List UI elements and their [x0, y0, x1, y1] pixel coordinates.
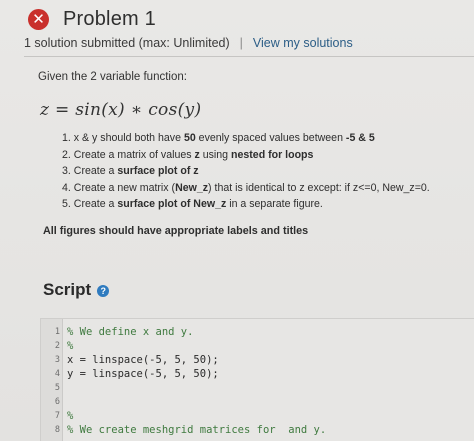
task-item: 3. Create a surface plot of z: [62, 163, 430, 180]
problem-header: ✕ Problem 1 1 solution submitted (max: U…: [24, 6, 464, 52]
task-text: Create a new matrix (: [73, 181, 176, 194]
task-number: 3.: [62, 165, 71, 177]
submission-info: 1 solution submitted (max: Unlimited): [24, 36, 230, 50]
code-line[interactable]: 1 % We define x and y.: [41, 325, 474, 339]
task-text: evenly spaced values between: [195, 132, 346, 144]
code-text[interactable]: % We create meshgrid matrices for and y.: [67, 423, 326, 437]
code-text[interactable]: %: [67, 339, 73, 353]
code-line[interactable]: 5: [41, 381, 474, 395]
task-text: in a separate figure.: [226, 198, 323, 210]
code-text[interactable]: y = linspace(-5, 5, 50);: [67, 367, 219, 381]
task-number: 1.: [62, 132, 71, 144]
code-text[interactable]: %: [67, 409, 73, 423]
task-item: 5. Create a surface plot of New_z in a s…: [62, 196, 430, 213]
task-bold: -5 & 5: [345, 132, 375, 144]
task-item: 1. x & y should both have 50 evenly spac…: [62, 130, 430, 147]
task-number: 5.: [62, 198, 71, 210]
task-text: x & y should both have: [73, 132, 184, 144]
line-number: 7: [54, 411, 60, 421]
line-number: 3: [54, 355, 60, 365]
task-list: 1. x & y should both have 50 evenly spac…: [62, 130, 430, 213]
code-line[interactable]: 7%: [41, 409, 474, 423]
help-question-icon[interactable]: ?: [97, 285, 110, 297]
task-text: Create a: [73, 198, 118, 210]
task-bold: New_z: [175, 181, 209, 194]
submission-row: 1 solution submitted (max: Unlimited) | …: [24, 34, 464, 52]
separator: |: [239, 36, 243, 50]
header-divider: [24, 56, 474, 57]
task-bold: surface plot of New_z: [117, 198, 227, 210]
line-number: 6: [54, 397, 60, 407]
given-label: Given the 2 variable function:: [38, 71, 187, 83]
task-text: Create a matrix of values: [73, 148, 195, 161]
figures-note: All figures should have appropriate labe…: [43, 225, 309, 237]
task-bold: surface plot of z: [117, 165, 199, 177]
code-line[interactable]: 3 x = linspace(-5, 5, 50);: [41, 353, 474, 367]
line-number: 4: [54, 369, 60, 379]
code-editor[interactable]: 1% We define x and y. 2% 3 x = linspace(-5,…: [40, 318, 474, 441]
task-item: 2. Create a matrix of values z using nes…: [62, 147, 430, 164]
task-text: Create a: [73, 165, 118, 177]
task-item: 4. Create a new matrix (New_z) that is i…: [62, 180, 430, 197]
problem-title: Problem 1: [63, 7, 156, 30]
task-text: using: [199, 148, 232, 161]
view-solutions-link[interactable]: View my solutions: [253, 36, 353, 50]
code-line[interactable]: 8 % We create meshgrid matrices for and y…: [41, 423, 474, 437]
line-number: 1: [54, 327, 60, 337]
error-x-icon: ✕: [28, 8, 49, 30]
task-bold: nested for loops: [231, 148, 314, 161]
code-text[interactable]: % We define x and y.: [67, 325, 193, 339]
line-number: 5: [54, 383, 60, 393]
task-number: 4.: [62, 181, 71, 194]
line-number: 8: [54, 425, 60, 435]
title-row: ✕ Problem 1: [24, 6, 464, 32]
code-text[interactable]: x = linspace(-5, 5, 50);: [67, 353, 219, 367]
formula: z = sin(x) ∗ cos(y): [40, 100, 202, 120]
code-line[interactable]: 2%: [41, 339, 474, 353]
script-title: Script: [43, 280, 92, 299]
task-bold: 50: [183, 132, 196, 144]
problem-page: ✕ Problem 1 1 solution submitted (max: U…: [0, 0, 474, 441]
code-line[interactable]: 6: [41, 395, 474, 409]
task-text: ) that is identical to z except: if z<=0…: [208, 181, 430, 194]
task-number: 2.: [62, 148, 71, 161]
code-line[interactable]: 4 y = linspace(-5, 5, 50);: [41, 367, 474, 381]
script-heading: Script ?: [43, 280, 110, 300]
line-number: 2: [54, 341, 60, 351]
